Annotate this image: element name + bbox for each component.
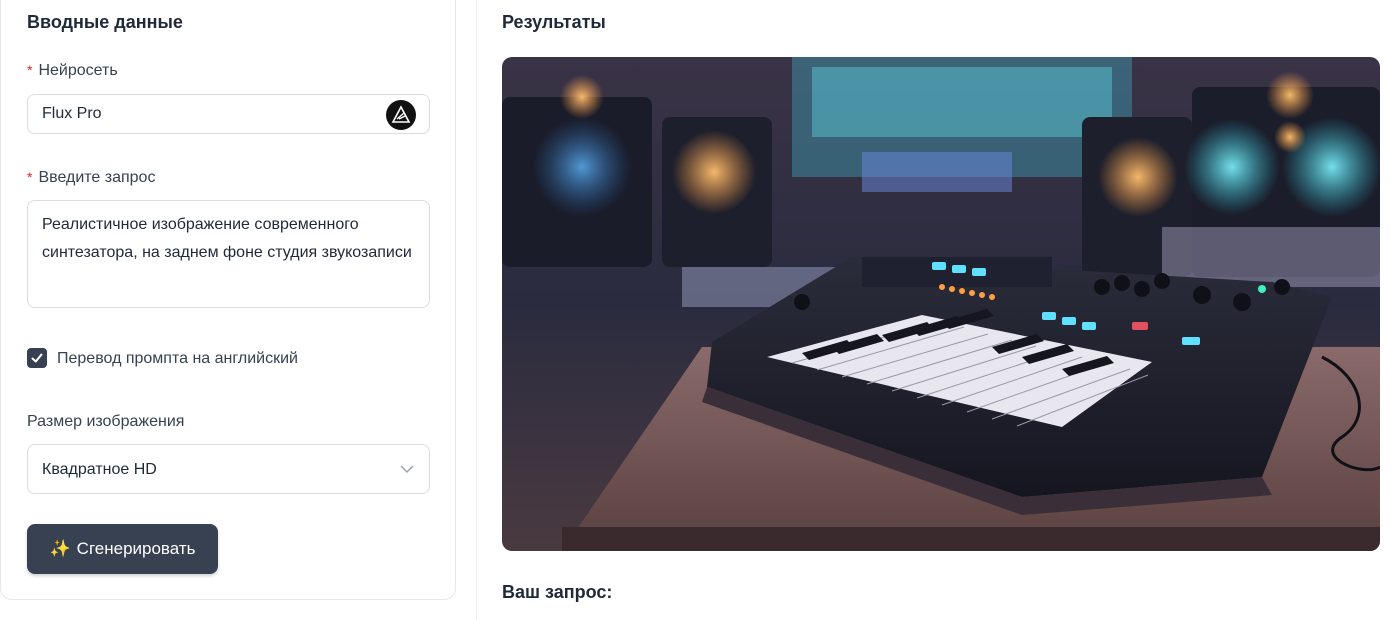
inputs-title: Вводные данные	[27, 12, 183, 32]
prompt-value: Реалистичное изображение современного си…	[42, 216, 412, 261]
prompt-textarea[interactable]: Реалистичное изображение современного си…	[27, 200, 430, 308]
model-select[interactable]: Flux Pro	[27, 94, 430, 134]
your-prompt-label: Ваш запрос:	[502, 582, 613, 602]
size-label: Размер изображения	[27, 413, 185, 430]
chevron-down-icon	[400, 465, 414, 474]
flux-logo-icon	[386, 100, 416, 130]
generated-image[interactable]	[502, 57, 1380, 551]
model-value: Flux Pro	[42, 105, 102, 122]
check-icon	[31, 353, 43, 363]
size-value: Квадратное HD	[42, 461, 157, 478]
column-divider	[476, 0, 477, 620]
generate-button[interactable]: ✨ Сгенерировать	[27, 524, 218, 574]
required-marker: *	[27, 62, 33, 78]
model-label-text: Нейросеть	[38, 62, 118, 79]
size-select[interactable]: Квадратное HD	[27, 444, 430, 494]
synthesizer-image	[502, 57, 1380, 551]
sparkles-icon: ✨	[49, 539, 71, 558]
required-marker: *	[27, 169, 33, 185]
model-label: * Нейросеть	[27, 62, 118, 80]
results-title: Результаты	[502, 12, 606, 32]
translate-label[interactable]: Перевод промпта на английский	[57, 350, 298, 368]
prompt-label: * Введите запрос	[27, 169, 155, 187]
translate-checkbox[interactable]	[27, 348, 47, 368]
generate-label: Сгенерировать	[76, 539, 196, 558]
prompt-label-text: Введите запрос	[38, 169, 156, 186]
